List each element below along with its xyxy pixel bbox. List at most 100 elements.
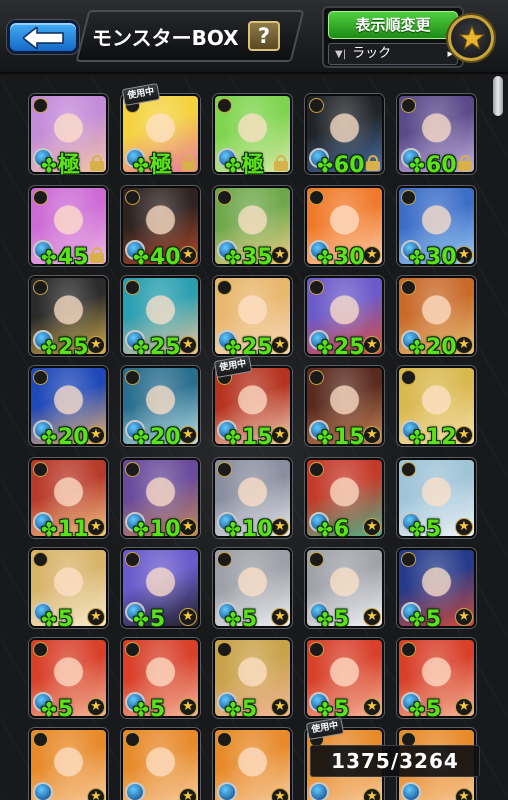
rarity-icon [309, 462, 324, 477]
scrollbar[interactable] [492, 76, 504, 800]
level-value: 5 [241, 697, 258, 722]
monster-level: ✤11 [41, 518, 89, 542]
clover-icon: ✤ [317, 609, 333, 631]
back-button[interactable] [7, 20, 79, 54]
rarity-icon [33, 280, 48, 295]
level-value: 10 [149, 517, 181, 542]
rarity-icon [125, 552, 140, 567]
clover-icon: ✤ [133, 699, 149, 721]
monster-level: ✤極 [225, 154, 264, 178]
star-mark-icon: ★ [87, 608, 105, 626]
star-mark-icon: ★ [363, 426, 381, 444]
monster-level: ✤5 [317, 608, 349, 632]
monster-level: ✤60 [409, 154, 457, 178]
clover-icon: ✤ [133, 427, 149, 449]
element-icon [217, 782, 237, 800]
level-value: 5 [149, 697, 166, 722]
monster-level: ✤5 [133, 698, 165, 722]
level-value: 5 [425, 607, 442, 632]
monster-level: ✤20 [409, 336, 457, 360]
level-value: 25 [149, 335, 181, 360]
favorite-button[interactable] [448, 15, 494, 61]
monster-level: ✤5 [225, 608, 257, 632]
rarity-icon [401, 280, 416, 295]
page-title: モンスターBOX [92, 26, 239, 50]
scroll-thumb[interactable] [493, 76, 503, 116]
monster-level: ✤25 [317, 336, 365, 360]
clover-icon: ✤ [41, 427, 57, 449]
clover-icon: ✤ [409, 609, 425, 631]
level-value: 10 [241, 517, 273, 542]
monster-card[interactable]: ★ [121, 728, 200, 800]
rarity-icon [217, 280, 232, 295]
level-value: 30 [333, 245, 365, 270]
rarity-icon [33, 642, 48, 657]
clover-icon: ✤ [133, 519, 149, 541]
monster-level: ✤40 [133, 246, 181, 270]
level-value: 5 [241, 607, 258, 632]
monster-level: ✤12 [409, 426, 457, 450]
rarity-icon [125, 462, 140, 477]
rarity-icon [401, 370, 416, 385]
level-value: 5 [425, 517, 442, 542]
star-mark-icon: ★ [455, 336, 473, 354]
star-mark-icon: ★ [363, 246, 381, 264]
star-mark-icon: ★ [271, 698, 289, 716]
sort-panel: 表示順変更 ▼| ラック ▸ [322, 6, 464, 68]
star-mark-icon: ★ [363, 698, 381, 716]
lock-icon [458, 155, 472, 171]
lock-icon [90, 247, 104, 263]
level-value: 5 [57, 697, 74, 722]
star-mark-icon: ★ [271, 518, 289, 536]
rarity-icon [309, 98, 324, 113]
star-mark-icon: ★ [271, 246, 289, 264]
star-mark-icon: ★ [179, 608, 197, 626]
star-mark-icon: ★ [271, 426, 289, 444]
monster-level: ✤25 [41, 336, 89, 360]
rarity-icon [125, 280, 140, 295]
level-value: 35 [241, 245, 273, 270]
star-mark-icon: ★ [179, 788, 197, 800]
monster-card[interactable]: ★ [213, 728, 292, 800]
monster-level: ✤15 [317, 426, 365, 450]
clover-icon: ✤ [317, 155, 333, 177]
clover-icon: ✤ [41, 247, 57, 269]
clover-icon: ✤ [41, 337, 57, 359]
monster-level: ✤5 [409, 698, 441, 722]
star-mark-icon: ★ [455, 788, 473, 800]
level-value: 15 [333, 425, 365, 450]
star-mark-icon: ★ [271, 788, 289, 800]
rarity-icon [217, 732, 232, 747]
clover-icon: ✤ [133, 247, 149, 269]
rarity-icon [125, 190, 140, 205]
sort-order-button[interactable]: 表示順変更 [328, 11, 458, 39]
rarity-icon [309, 280, 324, 295]
rarity-icon [401, 642, 416, 657]
monster-card[interactable]: ★ [29, 728, 108, 800]
clover-icon: ✤ [409, 155, 425, 177]
level-value: 11 [57, 517, 89, 542]
monster-level: ✤5 [409, 608, 441, 632]
rarity-icon [309, 190, 324, 205]
monster-level: ✤極 [133, 154, 172, 178]
level-value: 20 [425, 335, 457, 360]
rarity-icon [217, 552, 232, 567]
help-icon: ? [257, 24, 271, 48]
help-button[interactable]: ? [248, 21, 280, 51]
star-mark-icon: ★ [455, 518, 473, 536]
element-icon [401, 782, 421, 800]
clover-icon: ✤ [317, 337, 333, 359]
rarity-icon [217, 642, 232, 657]
star-mark-icon: ★ [363, 336, 381, 354]
clover-icon: ✤ [317, 427, 333, 449]
sort-value-field[interactable]: ▼| ラック ▸ [328, 43, 458, 65]
level-value: 極 [241, 153, 264, 178]
clover-icon: ✤ [225, 155, 241, 177]
clover-icon: ✤ [41, 609, 57, 631]
rarity-icon [125, 642, 140, 657]
level-value: 20 [57, 425, 89, 450]
rarity-icon [217, 98, 232, 113]
rarity-icon [33, 190, 48, 205]
monster-grid: ✤極 使用中 ✤極 ✤極 ✤60 ✤60 ✤45 ★ ✤40 ★ ✤35 ★ ✤30 ★… [0, 76, 508, 800]
back-arrow-icon [23, 27, 64, 49]
